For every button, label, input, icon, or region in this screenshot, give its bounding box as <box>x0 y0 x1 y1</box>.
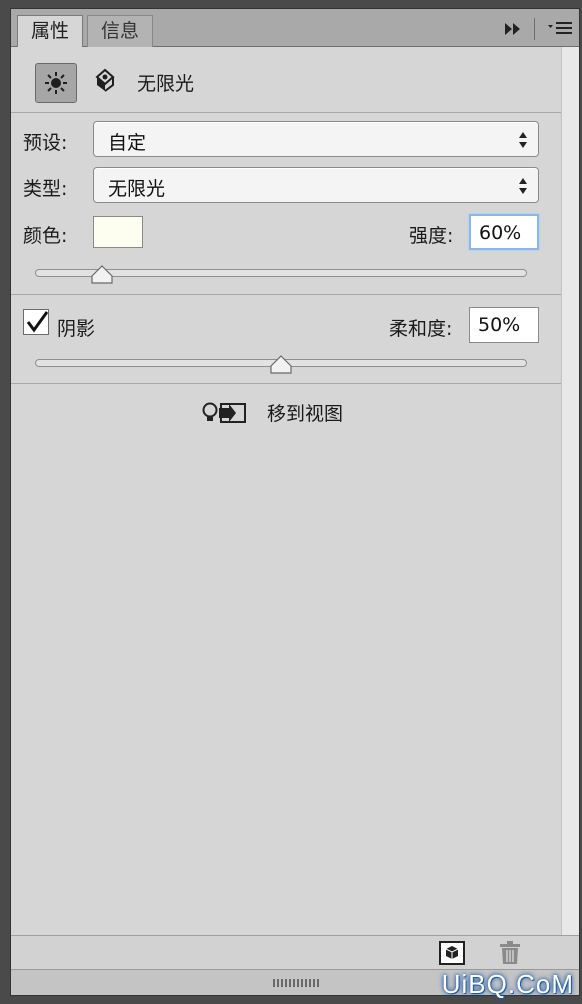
preset-label: 预设: <box>23 132 68 154</box>
shadow-label: 阴影 <box>57 318 96 340</box>
type-select[interactable]: 无限光 <box>93 167 539 203</box>
softness-input[interactable]: 50% <box>469 307 539 343</box>
light-header: 无限光 <box>11 47 579 113</box>
select-arrows-icon <box>519 178 527 194</box>
color-intensity-row: 颜色: 强度: 60% <box>23 214 553 252</box>
tab-info[interactable]: 信息 <box>87 15 153 47</box>
preset-value: 自定 <box>108 132 147 154</box>
properties-panel: 属性 信息 无限光 预设: 自定 类型: 无限光 颜色: 强度: 60% 阴影 … <box>10 8 580 996</box>
type-row: 类型: 无限光 <box>23 167 553 205</box>
trash-icon <box>500 941 520 964</box>
type-label: 类型: <box>23 178 68 200</box>
resize-grip-icon <box>273 979 319 987</box>
scrollbar[interactable] <box>561 47 579 937</box>
move-to-view-label: 移到视图 <box>267 403 344 425</box>
color-label: 颜色: <box>23 225 68 247</box>
preset-select[interactable]: 自定 <box>93 121 539 157</box>
tab-properties[interactable]: 属性 <box>17 15 83 47</box>
shadow-softness-row: 阴影 柔和度: 50% <box>23 307 553 345</box>
intensity-input[interactable]: 60% <box>469 214 539 250</box>
infinite-light-button[interactable] <box>35 63 77 103</box>
checkmark-icon <box>26 311 49 333</box>
color-swatch[interactable] <box>93 216 143 248</box>
section-divider <box>11 294 579 295</box>
panel-menu-icon[interactable] <box>547 20 573 38</box>
softness-slider-thumb[interactable] <box>269 355 293 375</box>
tab-bar: 属性 信息 <box>11 9 579 47</box>
softness-label: 柔和度: <box>389 318 453 340</box>
shadow-checkbox[interactable] <box>23 309 49 335</box>
light-3d-button[interactable] <box>91 67 119 97</box>
watermark: UiBQ.CoM <box>441 969 574 999</box>
light-type-title: 无限光 <box>137 73 195 95</box>
collapse-icon[interactable] <box>504 22 522 36</box>
intensity-label: 强度: <box>409 225 454 247</box>
infinite-light-icon <box>45 72 67 94</box>
panel-footer <box>11 935 579 969</box>
preset-row: 预设: 自定 <box>23 121 553 159</box>
delete-button[interactable] <box>499 941 521 969</box>
intensity-slider-thumb[interactable] <box>90 265 114 285</box>
move-to-view-icon <box>202 402 246 423</box>
new-3d-layer-icon <box>439 941 465 965</box>
move-to-view-button[interactable]: 移到视图 <box>201 399 343 426</box>
select-arrows-icon <box>519 132 527 148</box>
tabbar-separator <box>534 18 535 40</box>
section-divider <box>11 383 579 384</box>
new-3d-layer-button[interactable] <box>439 941 465 969</box>
type-value: 无限光 <box>108 178 166 200</box>
light-3d-icon <box>95 68 115 92</box>
